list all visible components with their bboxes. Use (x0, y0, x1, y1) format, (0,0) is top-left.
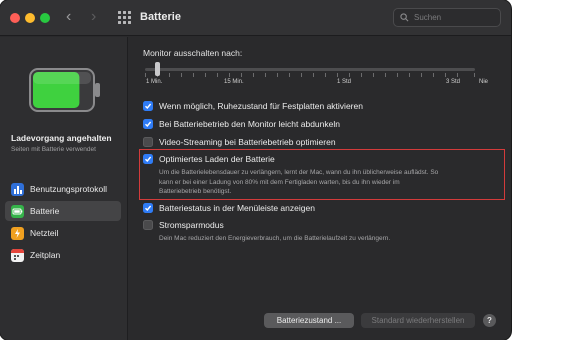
option-label: Bei Batteriebetrieb den Monitor leicht a… (159, 119, 340, 129)
description-line: Dein Mac reduziert den Energieverbrauch,… (159, 235, 391, 242)
tick-label: 3 Std (446, 79, 461, 85)
checkmark-icon (145, 205, 152, 212)
battery-status-icon (29, 68, 100, 112)
option-label: Batteriestatus in der Menüleiste anzeige… (159, 203, 315, 213)
power-adapter-icon (11, 226, 24, 240)
sidebar-item-label: Benutzungsprotokoll (30, 184, 108, 194)
optimized-charging-description: Um die Batterielebensdauer zu verlängern… (159, 168, 504, 197)
minimize-window-button[interactable] (25, 13, 35, 23)
sidebar-item-usage-history[interactable]: Benutzungsprotokoll (5, 179, 121, 199)
option-disk-sleep[interactable]: Wenn möglich, Ruhezustand für Festplatte… (143, 101, 363, 111)
option-label: Wenn möglich, Ruhezustand für Festplatte… (159, 101, 363, 111)
tick-label: 1 Min. (146, 79, 163, 85)
checkbox-unchecked[interactable] (143, 220, 153, 230)
option-menubar-status[interactable]: Batteriestatus in der Menüleiste anzeige… (143, 203, 315, 213)
description-line: Um die Batterielebensdauer zu verlängern… (159, 169, 439, 176)
charging-status-subtitle: Seiten mit Batterie verwendet (11, 146, 96, 153)
search-icon (400, 13, 409, 22)
checkmark-icon (145, 103, 152, 110)
calendar-icon (11, 248, 24, 262)
option-dim-display[interactable]: Bei Batteriebetrieb den Monitor leicht a… (143, 119, 340, 129)
display-sleep-label: Monitor ausschalten nach: (143, 48, 243, 58)
checkmark-icon (145, 156, 152, 163)
title-bar: ‹ › Batterie (0, 0, 511, 36)
description-line: Batteriebetrieb benötigst. (159, 188, 232, 195)
slider-thumb[interactable] (155, 62, 160, 76)
sidebar-item-battery[interactable]: Batterie (5, 201, 121, 221)
search-field[interactable] (393, 8, 501, 27)
description-line: kann er bei einer Ladung von 80% mit dem… (159, 178, 400, 186)
checkbox-unchecked[interactable] (143, 137, 153, 147)
slider-track[interactable] (145, 68, 475, 71)
help-button[interactable]: ? (483, 314, 496, 327)
sidebar-item-power-adapter[interactable]: Netzteil (5, 223, 121, 243)
sidebar-item-label: Zeitplan (30, 250, 61, 260)
chart-icon (11, 182, 24, 196)
sidebar-item-label: Batterie (30, 206, 60, 216)
close-window-button[interactable] (10, 13, 20, 23)
battery-icon (11, 204, 24, 218)
option-label: Stromsparmodus (159, 220, 224, 230)
checkbox-checked[interactable] (143, 101, 153, 111)
checkbox-checked[interactable] (143, 203, 153, 213)
sidebar-item-label: Netzteil (30, 228, 59, 238)
sidebar-nav: Benutzungsprotokoll Batterie Netzteil Ze… (5, 179, 121, 267)
checkmark-icon (145, 121, 152, 128)
charging-status-title: Ladevorgang angehalten (11, 133, 112, 143)
option-label: Optimiertes Laden der Batterie (159, 154, 275, 164)
tick-label: 1 Std (337, 79, 352, 85)
tick-label: 15 Min. (224, 79, 244, 85)
restore-defaults-button[interactable]: Standard wiederherstellen (361, 313, 475, 328)
option-optimized-charging[interactable]: Optimiertes Laden der Batterie (143, 154, 275, 164)
checkbox-checked[interactable] (143, 154, 153, 164)
low-power-mode-description: Dein Mac reduziert den Energieverbrauch,… (159, 234, 504, 244)
option-label: Video-Streaming bei Batteriebetrieb opti… (159, 137, 336, 147)
battery-settings-pane: Monitor ausschalten nach: 1 Min. 15 Min.… (129, 37, 511, 340)
tick-label: Nie (479, 79, 489, 85)
display-sleep-slider[interactable] (145, 60, 485, 80)
checkbox-checked[interactable] (143, 119, 153, 129)
option-low-power-mode[interactable]: Stromsparmodus (143, 220, 224, 230)
show-all-grid-icon[interactable] (118, 11, 131, 24)
option-video-streaming[interactable]: Video-Streaming bei Batteriebetrieb opti… (143, 137, 336, 147)
sidebar-item-schedule[interactable]: Zeitplan (5, 245, 121, 265)
window-title: Batterie (140, 11, 181, 23)
preferences-window: ‹ › Batterie Ladevorgang angehalten Seit… (0, 0, 511, 340)
slider-tick-labels: 1 Min. 15 Min. 1 Std 3 Std Nie (129, 79, 489, 89)
sidebar: Ladevorgang angehalten Seiten mit Batter… (0, 37, 128, 340)
search-input[interactable] (414, 13, 494, 22)
battery-health-button[interactable]: Batteriezustand ... (264, 313, 354, 328)
back-arrow-icon[interactable]: ‹ (66, 8, 71, 26)
slider-ticks (145, 73, 475, 78)
forward-arrow-icon[interactable]: › (91, 8, 96, 26)
zoom-window-button[interactable] (40, 13, 50, 23)
